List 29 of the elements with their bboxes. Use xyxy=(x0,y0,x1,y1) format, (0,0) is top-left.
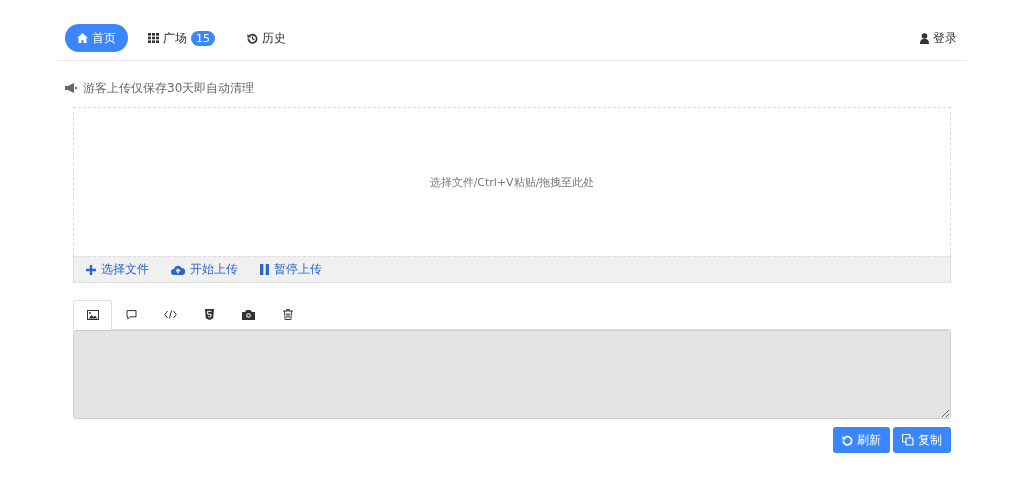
nav-tab[interactable]: 历史 xyxy=(235,24,298,52)
refresh-button[interactable]: 刷新 xyxy=(833,427,890,453)
history-icon xyxy=(247,32,258,44)
format-tab[interactable] xyxy=(73,300,112,330)
upload-action-button[interactable]: 暂停上传 xyxy=(260,261,322,278)
upload-action-button[interactable]: 开始上传 xyxy=(171,261,238,278)
refresh-icon xyxy=(842,434,853,446)
nav-tab[interactable]: 首页 xyxy=(65,24,128,52)
cloud-upload-icon xyxy=(171,264,185,275)
copy-icon xyxy=(902,434,914,446)
grid-icon xyxy=(148,33,159,43)
shield-five-icon xyxy=(205,309,214,320)
image-icon xyxy=(86,310,99,320)
code-icon xyxy=(164,310,177,319)
copy-button[interactable]: 复制 xyxy=(893,427,951,453)
drop-hint: 选择文件/Ctrl+V粘贴/拖拽至此处 xyxy=(429,174,595,190)
upload-action-button[interactable]: 选择文件 xyxy=(86,261,149,278)
count-badge: 15 xyxy=(191,30,215,46)
nav-tab[interactable]: 广场 15 xyxy=(136,24,227,52)
notice-text: 游客上传仅保存30天即自动清理 xyxy=(83,79,255,97)
megaphone-icon xyxy=(65,83,77,93)
login-link[interactable]: 登录 xyxy=(918,24,959,52)
trash-icon xyxy=(282,309,293,320)
home-icon xyxy=(77,33,88,43)
user-icon xyxy=(920,32,929,44)
camera-icon xyxy=(242,309,255,320)
speech-bubble-icon xyxy=(126,309,137,320)
pause-icon xyxy=(260,264,269,275)
plus-icon xyxy=(86,264,96,275)
